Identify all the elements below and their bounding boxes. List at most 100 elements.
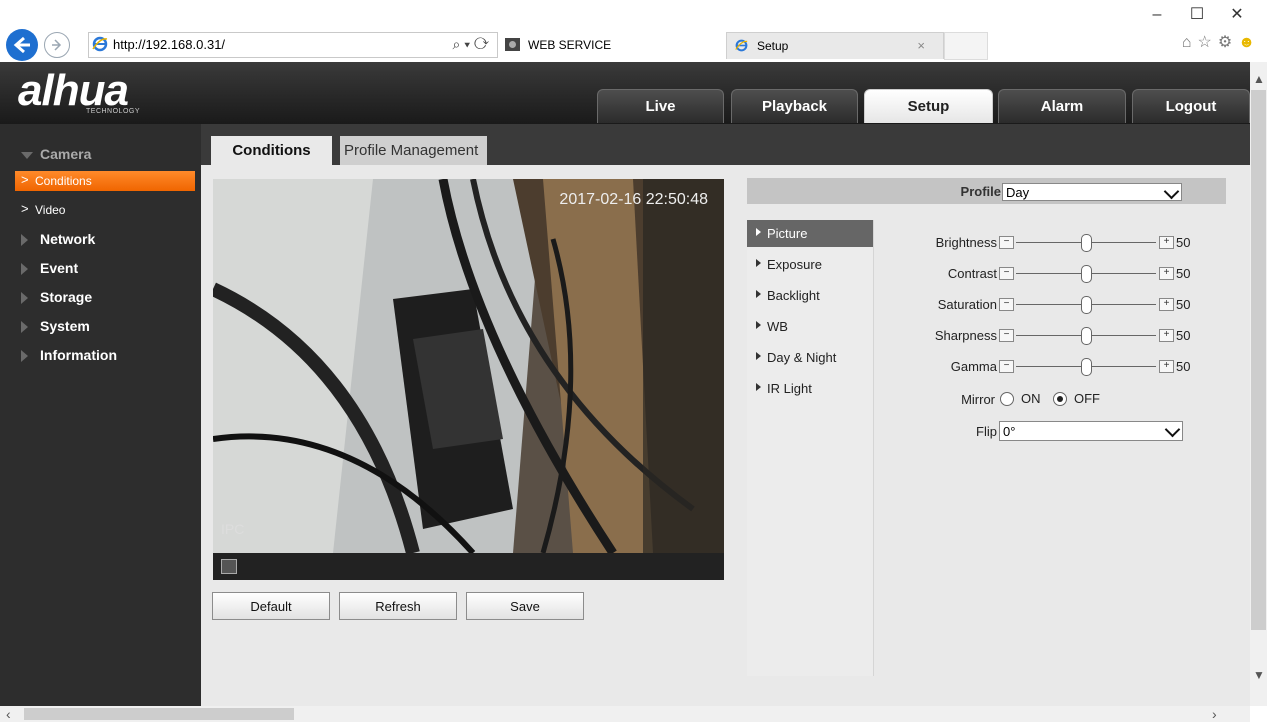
sidebar-item-information[interactable]: Information	[0, 343, 201, 369]
search-refresh-icons[interactable]: ⌕ ▾ ⟳	[452, 36, 489, 53]
menu-ir-light[interactable]: IR Light	[747, 375, 873, 402]
nav-playback[interactable]: Playback	[731, 89, 858, 123]
mirror-on-radio[interactable]	[1000, 392, 1014, 406]
collapsed-triangle-icon	[21, 350, 28, 362]
sharpness-slider[interactable]: − + 50	[999, 327, 1199, 345]
collapsed-triangle-icon	[21, 234, 28, 246]
home-icon[interactable]: ⌂	[1182, 34, 1192, 51]
new-tab-button[interactable]	[944, 32, 988, 60]
slider-thumb[interactable]	[1081, 265, 1092, 283]
gamma-label: Gamma	[950, 359, 997, 374]
default-button[interactable]: Default	[212, 592, 330, 620]
slider-thumb[interactable]	[1081, 296, 1092, 314]
fullscreen-icon[interactable]	[221, 559, 237, 574]
sidebar-item-label: System	[40, 318, 90, 334]
sidebar-subitem-conditions[interactable]: > Conditions	[15, 171, 195, 191]
scroll-left-icon[interactable]: ‹	[6, 706, 11, 722]
profile-select[interactable]: Day	[1002, 183, 1182, 201]
ie-tab-icon	[735, 39, 748, 52]
slider-thumb[interactable]	[1081, 327, 1092, 345]
video-toolbar	[213, 553, 724, 580]
nav-setup[interactable]: Setup	[864, 89, 993, 123]
minimize-button[interactable]: –	[1137, 6, 1177, 24]
browser-tool-icons: ⌂ ☆ ⚙ ☻	[1176, 32, 1255, 52]
scroll-thumb[interactable]	[24, 708, 294, 720]
close-window-button[interactable]: ✕	[1217, 4, 1257, 24]
favorites-star-icon[interactable]: ☆	[1197, 34, 1211, 51]
slider-value: 50	[1176, 266, 1191, 281]
nav-live[interactable]: Live	[597, 89, 724, 123]
tab-conditions[interactable]: Conditions	[211, 136, 332, 165]
forward-button[interactable]	[44, 32, 70, 58]
sidebar-item-label: Storage	[40, 289, 93, 305]
sidebar-item-system[interactable]: System	[0, 314, 201, 340]
refresh-button[interactable]: Refresh	[339, 592, 457, 620]
play-triangle-icon	[756, 383, 761, 391]
plus-icon[interactable]: +	[1159, 298, 1174, 311]
brightness-slider[interactable]: − + 50	[999, 234, 1199, 252]
slider-thumb[interactable]	[1081, 234, 1092, 252]
settings-gear-icon[interactable]: ⚙	[1218, 34, 1232, 51]
vertical-scrollbar[interactable]: ▲ ▼	[1250, 62, 1267, 706]
plus-icon[interactable]: +	[1159, 360, 1174, 373]
play-triangle-icon	[756, 290, 761, 298]
url-text: http://192.168.0.31/	[113, 37, 226, 52]
minus-icon[interactable]: −	[999, 298, 1014, 311]
scroll-down-icon[interactable]: ▼	[1253, 668, 1265, 682]
forward-arrow-icon	[52, 39, 62, 51]
brightness-label: Brightness	[935, 235, 997, 250]
menu-label: IR Light	[767, 381, 812, 396]
flip-select[interactable]: 0°	[999, 421, 1183, 441]
main-content: Conditions Profile Management 2017-02-16…	[201, 124, 1250, 706]
address-bar[interactable]: http://192.168.0.31/ ⌕ ▾ ⟳	[88, 32, 498, 58]
mirror-on-label: ON	[1021, 391, 1041, 406]
horizontal-scrollbar[interactable]: ‹ ›	[0, 706, 1250, 722]
window-controls: – ☐ ✕	[1137, 4, 1257, 24]
nav-alarm[interactable]: Alarm	[998, 89, 1126, 123]
plus-icon[interactable]: +	[1159, 329, 1174, 342]
minus-icon[interactable]: −	[999, 329, 1014, 342]
minus-icon[interactable]: −	[999, 360, 1014, 373]
ie-icon	[92, 36, 108, 52]
save-button[interactable]: Save	[466, 592, 584, 620]
minus-icon[interactable]: −	[999, 236, 1014, 249]
brand-logo-subtitle: TECHNOLOGY	[86, 108, 141, 115]
tab-close-icon[interactable]: ×	[917, 38, 925, 53]
collapsed-triangle-icon	[21, 292, 28, 304]
tab-setup[interactable]: Setup ×	[726, 32, 944, 59]
live-video-preview[interactable]: 2017-02-16 22:50:48 IPC	[213, 179, 724, 580]
sidebar-item-label: Information	[40, 347, 117, 363]
slider-value: 50	[1176, 235, 1191, 250]
plus-icon[interactable]: +	[1159, 236, 1174, 249]
feedback-smiley-icon[interactable]: ☻	[1238, 34, 1255, 51]
slider-thumb[interactable]	[1081, 358, 1092, 376]
sidebar-subitem-video[interactable]: > Video	[15, 200, 195, 220]
sidebar-subitem-label: Conditions	[35, 174, 92, 188]
sidebar-item-camera[interactable]: Camera	[0, 142, 201, 168]
sidebar-item-network[interactable]: Network	[0, 227, 201, 253]
tab-web-service[interactable]: WEB SERVICE	[498, 32, 727, 58]
scroll-thumb[interactable]	[1251, 90, 1266, 630]
content-tabbar: Conditions Profile Management	[201, 124, 1250, 165]
back-button[interactable]	[6, 29, 38, 61]
scroll-up-icon[interactable]: ▲	[1253, 72, 1265, 86]
mirror-off-radio[interactable]	[1053, 392, 1067, 406]
contrast-slider[interactable]: − + 50	[999, 265, 1199, 283]
gamma-slider[interactable]: − + 50	[999, 358, 1199, 376]
play-triangle-icon	[756, 321, 761, 329]
sidebar-item-event[interactable]: Event	[0, 256, 201, 282]
camera-tab-icon	[505, 38, 520, 51]
tab-profile-management[interactable]: Profile Management	[340, 136, 487, 165]
sidebar-item-label: Camera	[40, 146, 92, 162]
nav-logout[interactable]: Logout	[1132, 89, 1250, 123]
slider-value: 50	[1176, 359, 1191, 374]
maximize-button[interactable]: ☐	[1177, 4, 1217, 24]
sidebar-item-storage[interactable]: Storage	[0, 285, 201, 311]
menu-label: WB	[767, 319, 788, 334]
camera-image	[213, 179, 724, 553]
play-triangle-icon	[756, 352, 761, 360]
minus-icon[interactable]: −	[999, 267, 1014, 280]
scroll-right-icon[interactable]: ›	[1212, 706, 1217, 722]
saturation-slider[interactable]: − + 50	[999, 296, 1199, 314]
plus-icon[interactable]: +	[1159, 267, 1174, 280]
